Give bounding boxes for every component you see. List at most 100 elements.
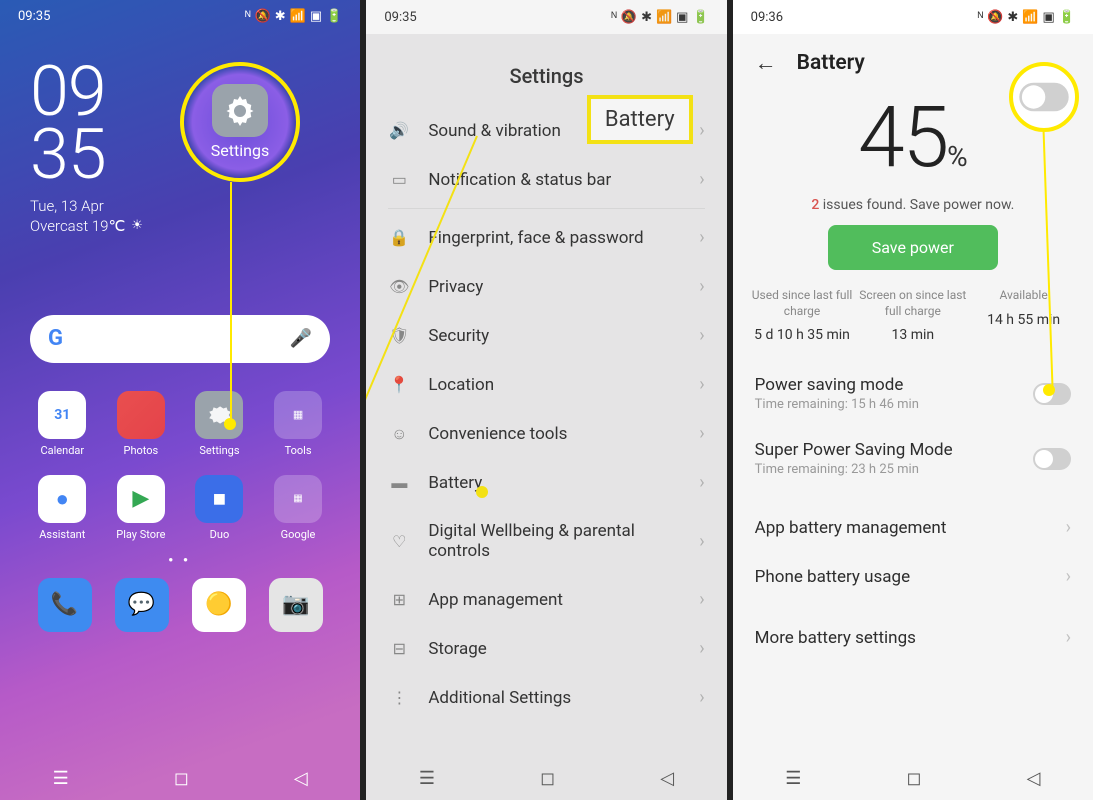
chevron-right-icon: › [1066,627,1071,648]
save-power-button[interactable]: Save power [828,225,998,270]
page-title: Battery [797,51,865,75]
chevron-right-icon: › [699,472,704,493]
sound-icon: 🔊 [388,121,410,140]
status-icons: ᴺ🔕✱📶▣🔋 [611,9,708,25]
lock-icon: 🔒 [388,228,410,247]
app-settings[interactable]: Settings [183,391,256,457]
status-icons: ᴺ🔕✱📶▣🔋 [978,9,1075,25]
nav-home-icon[interactable]: ◻ [906,768,921,789]
dock-chrome[interactable]: 🟡 [180,578,257,632]
location-icon: 📍 [388,375,410,394]
settings-item-location[interactable]: 📍 Location › [366,360,726,409]
chevron-right-icon: › [1066,566,1071,587]
status-bar: 09:36 ᴺ🔕✱📶▣🔋 [733,0,1093,34]
nav-back-icon[interactable]: ◁ [660,768,674,789]
home-app-grid: 31 Calendar Photos Settings ▦ Tools ● As… [0,383,360,541]
nav-recents-icon[interactable]: ☰ [53,768,69,789]
row-app-battery-management[interactable]: App battery management › [733,503,1093,552]
dock-phone[interactable]: 📞 [26,578,103,632]
row-phone-battery-usage[interactable]: Phone battery usage › [733,552,1093,601]
clock-widget[interactable]: 09 35 Tue, 13 Apr Overcast 19℃ ☀ [0,33,360,235]
row-more-battery-settings[interactable]: More battery settings › [733,613,1093,662]
status-icons: ᴺ🔕✱📶▣🔋 [245,8,342,24]
voice-search-icon[interactable]: 🎤 [290,328,312,349]
app-google-folder[interactable]: ▦ Google [262,475,335,541]
callout-dot [1043,384,1055,396]
row-super-power-saving[interactable]: Super Power Saving Mode Time remaining: … [733,426,1093,491]
home-pager-dots: ● ● [0,541,360,578]
callout-dot [224,418,236,430]
stat-used: Used since last full charge 5 d 10 h 35 … [747,288,858,343]
highlight-toggle-callout [1009,62,1079,132]
google-search-bar[interactable]: G 🎤 [30,315,330,363]
more-icon: ⋮ [388,688,410,707]
notification-icon: ▭ [388,170,410,189]
nav-bar: ☰ ◻ ◁ [733,762,1093,794]
status-time: 09:35 [384,10,416,25]
highlight-battery-callout: Battery [587,95,693,144]
phone-settings-list: 09:35 ᴺ🔕✱📶▣🔋 Settings 🔊 Sound & vibratio… [366,0,726,800]
nav-home-icon[interactable]: ◻ [174,768,189,789]
chevron-right-icon: › [699,120,704,141]
nav-bar: ☰ ◻ ◁ [0,762,360,794]
percent-symbol: % [947,140,968,173]
settings-item-notification[interactable]: ▭ Notification & status bar › [366,155,726,204]
chevron-right-icon: › [699,276,704,297]
chevron-right-icon: › [699,589,704,610]
google-logo-icon: G [48,326,63,351]
dock-messages[interactable]: 💬 [103,578,180,632]
settings-item-storage[interactable]: ⊟ Storage › [366,624,726,673]
chevron-right-icon: › [699,169,704,190]
home-dock: 📞 💬 🟡 📷 [0,578,360,650]
storage-icon: ⊟ [388,639,410,658]
settings-item-battery[interactable]: ▬ Battery › [366,458,726,507]
app-duo[interactable]: ■ Duo [183,475,256,541]
nav-back-icon[interactable]: ◁ [1027,768,1041,789]
back-arrow-icon[interactable]: ← [755,50,777,76]
wellbeing-icon: ♡ [388,532,410,551]
phone-home-screen: 09:35 ᴺ🔕✱📶▣🔋 09 35 Tue, 13 Apr Overcast … [0,0,360,800]
privacy-icon: 👁 [388,277,410,296]
phone-battery-screen: 09:36 ᴺ🔕✱📶▣🔋 ← Battery 45% 2 issues foun… [733,0,1093,800]
battery-icon: ▬ [388,473,410,493]
weather-text: Overcast 19℃ [30,217,125,235]
chevron-right-icon: › [699,638,704,659]
app-photos[interactable]: Photos [105,391,178,457]
row-power-saving[interactable]: Power saving mode Time remaining: 15 h 4… [733,361,1093,426]
dock-camera[interactable]: 📷 [257,578,334,632]
chevron-right-icon: › [699,423,704,444]
settings-item-convenience[interactable]: ☺ Convenience tools › [366,409,726,458]
app-tools[interactable]: ▦ Tools [262,391,335,457]
app-assistant[interactable]: ● Assistant [26,475,99,541]
nav-recents-icon[interactable]: ☰ [419,768,435,789]
issues-text: 2 issues found. Save power now. [733,197,1093,213]
stat-screen-on: Screen on since last full charge 13 min [857,288,968,343]
percent-number: 45 [858,88,947,187]
settings-item-app-management[interactable]: ⊞ App management › [366,575,726,624]
settings-item-additional[interactable]: ⋮ Additional Settings › [366,673,726,722]
clock-minutes: 35 [30,124,360,187]
nav-home-icon[interactable]: ◻ [540,768,555,789]
chevron-right-icon: › [699,227,704,248]
settings-item-security[interactable]: 🛡 Security › [366,311,726,360]
nav-recents-icon[interactable]: ☰ [785,768,801,789]
status-bar: 09:35 ᴺ🔕✱📶▣🔋 [366,0,726,34]
app-calendar[interactable]: 31 Calendar [26,391,99,457]
weather-widget[interactable]: Overcast 19℃ ☀ [30,217,360,235]
settings-item-fingerprint[interactable]: 🔒 Fingerprint, face & password › [366,213,726,262]
weather-icon: ☀ [131,218,143,233]
app-play-store[interactable]: ▶ Play Store [105,475,178,541]
status-time: 09:36 [751,10,783,25]
battery-stats: Used since last full charge 5 d 10 h 35 … [733,288,1093,361]
callout-line [230,182,232,420]
status-time: 09:35 [18,9,50,24]
chevron-right-icon: › [699,325,704,346]
chevron-right-icon: › [699,374,704,395]
nav-back-icon[interactable]: ◁ [294,768,308,789]
stat-available: Available 14 h 55 min [968,288,1079,343]
status-bar: 09:35 ᴺ🔕✱📶▣🔋 [0,0,360,33]
apps-icon: ⊞ [388,590,410,609]
super-power-saving-toggle[interactable] [1033,448,1071,470]
settings-item-wellbeing[interactable]: ♡ Digital Wellbeing & parental controls … [366,507,726,575]
clock-date: Tue, 13 Apr [30,197,360,215]
